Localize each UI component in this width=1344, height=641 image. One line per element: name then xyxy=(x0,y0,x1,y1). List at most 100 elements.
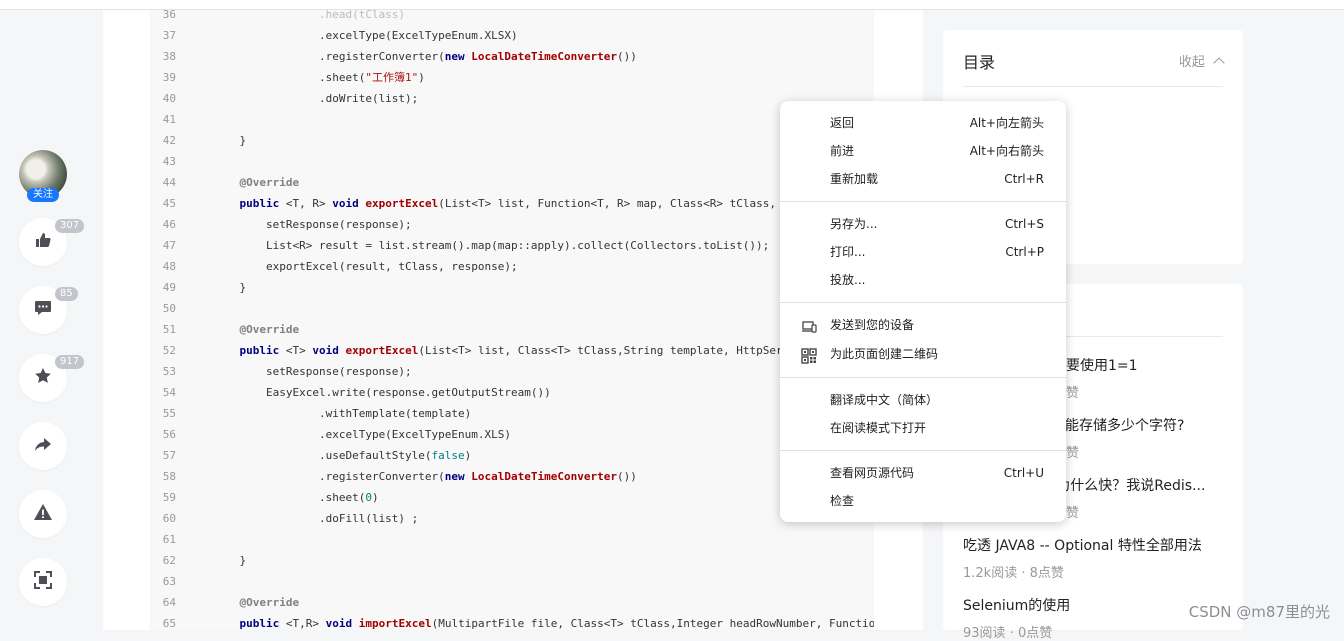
hot-article-title[interactable]: 要使用1=1 xyxy=(1066,355,1138,375)
menu-separator xyxy=(780,302,1066,303)
line-number: 42 xyxy=(162,134,176,147)
line-number: 37 xyxy=(162,29,176,42)
code-line: 52 public <T> void exportExcel(List<T> l… xyxy=(150,340,874,361)
line-number: 44 xyxy=(162,176,176,189)
line-number: 61 xyxy=(162,533,176,546)
qr-code-icon xyxy=(801,346,817,364)
menu-item-shortcut: Ctrl+P xyxy=(1005,245,1044,259)
menu-item-qr-code[interactable]: 为此页面创建二维码 xyxy=(780,340,1066,368)
device-send-icon xyxy=(801,317,817,333)
line-number: 55 xyxy=(162,407,176,420)
like-count-badge: 307 xyxy=(55,219,85,233)
line-number: 43 xyxy=(162,155,176,168)
code-line: 54 EasyExcel.write(response.getOutputStr… xyxy=(150,382,874,403)
menu-item-inspect[interactable]: 检查 xyxy=(780,487,1066,515)
menu-item-label: 为此页面创建二维码 xyxy=(830,347,939,361)
follow-button[interactable]: 关注 xyxy=(27,188,59,202)
line-number: 59 xyxy=(162,491,176,504)
code-line: 43 xyxy=(150,151,874,172)
menu-item-shortcut: Alt+向右箭头 xyxy=(969,144,1044,158)
line-number: 39 xyxy=(162,71,176,84)
code-line: 49 } xyxy=(150,277,874,298)
menu-item-cast[interactable]: 投放... xyxy=(780,266,1066,294)
line-number: 41 xyxy=(162,113,176,126)
menu-item-label: 前进 xyxy=(830,144,855,158)
menu-item-forward[interactable]: 前进 Alt+向右箭头 xyxy=(780,137,1066,165)
hot-article-title[interactable]: Selenium的使用 xyxy=(963,595,1070,615)
menu-item-label: 查看网页源代码 xyxy=(830,466,915,480)
collect-count-badge: 917 xyxy=(55,355,85,369)
code-line: 45 public <T, R> void exportExcel(List<T… xyxy=(150,193,874,214)
code-line: 39 .sheet("工作簿1") xyxy=(150,67,874,88)
menu-item-shortcut: Alt+向左箭头 xyxy=(969,116,1044,130)
code-line: 57 .useDefaultStyle(false) xyxy=(150,445,874,466)
code-block: 36 .head(tClass) 37 .excelType(ExcelTypeE… xyxy=(150,10,874,630)
watermark: CSDN @m87里的光 xyxy=(1188,603,1330,621)
line-number: 38 xyxy=(162,50,176,63)
code-line: 56 .excelType(ExcelTypeEnum.XLS) xyxy=(150,424,874,445)
code-line: 58 .registerConverter(new LocalDateTimeC… xyxy=(150,466,874,487)
menu-item-back[interactable]: 返回 Alt+向左箭头 xyxy=(780,109,1066,137)
code-line: 53 setResponse(response); xyxy=(150,361,874,382)
code-line: 50 xyxy=(150,298,874,319)
hot-article-meta: 赞 xyxy=(1066,506,1080,521)
menu-item-label: 返回 xyxy=(830,116,855,130)
menu-item-reader-mode[interactable]: 在阅读模式下打开 xyxy=(780,414,1066,442)
code-line: 40 .doWrite(list); xyxy=(150,88,874,109)
code-line: 55 .withTemplate(template) xyxy=(150,403,874,424)
code-line: 36 .head(tClass) xyxy=(150,10,874,25)
line-number: 53 xyxy=(162,365,176,378)
comment-icon xyxy=(33,298,53,322)
line-number: 52 xyxy=(162,344,176,357)
share-button[interactable] xyxy=(19,422,67,470)
line-number: 45 xyxy=(162,197,176,210)
menu-item-label: 发送到您的设备 xyxy=(830,318,915,332)
report-button[interactable] xyxy=(19,490,67,538)
line-number: 40 xyxy=(162,92,176,105)
menu-item-label: 在阅读模式下打开 xyxy=(830,421,927,435)
code-line: 65 public <T,R> void importExcel(Multipa… xyxy=(150,613,874,630)
menu-item-label: 投放... xyxy=(830,273,866,287)
fullscreen-button[interactable] xyxy=(19,558,67,606)
code-line: 37 .excelType(ExcelTypeEnum.XLSX) xyxy=(150,25,874,46)
line-number: 47 xyxy=(162,239,176,252)
code-line: 62 } xyxy=(150,550,874,571)
line-number: 36 xyxy=(162,10,176,21)
menu-item-translate[interactable]: 翻译成中文（简体） xyxy=(780,386,1066,414)
code-line: 46 setResponse(response); xyxy=(150,214,874,235)
line-number: 58 xyxy=(162,470,176,483)
code-line: 42 } xyxy=(150,130,874,151)
hot-article-title[interactable]: 吃透 JAVA8 -- Optional 特性全部用法 xyxy=(963,535,1202,555)
hot-article-meta: 1.2k阅读 · 8点赞 xyxy=(963,566,1064,581)
hot-article-title[interactable]: s为什么快？我说Redis... xyxy=(1049,475,1205,495)
hot-article-meta: 赞 xyxy=(1066,446,1080,461)
menu-item-shortcut: Ctrl+S xyxy=(1004,217,1044,231)
line-number: 50 xyxy=(162,302,176,315)
code-line: 41 xyxy=(150,109,874,130)
thumbs-up-icon xyxy=(33,230,53,254)
line-number: 63 xyxy=(162,575,176,588)
hot-article-title[interactable]: 够能存储多少个字符? xyxy=(1051,415,1184,435)
menu-item-reload[interactable]: 重新加载 Ctrl+R xyxy=(780,165,1066,193)
line-number: 48 xyxy=(162,260,176,273)
code-line: 63 xyxy=(150,571,874,592)
line-number: 65 xyxy=(162,617,176,630)
code-line: 61 xyxy=(150,529,874,550)
toc-collapse-label: 收起 xyxy=(1178,55,1205,70)
menu-item-shortcut: Ctrl+U xyxy=(1003,466,1044,480)
menu-item-save-as[interactable]: 另存为... Ctrl+S xyxy=(780,210,1066,238)
fullscreen-icon xyxy=(33,570,53,594)
line-number: 57 xyxy=(162,449,176,462)
menu-item-view-source[interactable]: 查看网页源代码 Ctrl+U xyxy=(780,459,1066,487)
hot-article-meta: 赞 xyxy=(1066,386,1080,401)
menu-item-print[interactable]: 打印... Ctrl+P xyxy=(780,238,1066,266)
line-number: 49 xyxy=(162,281,176,294)
menu-item-send-to-device[interactable]: 发送到您的设备 xyxy=(780,311,1066,339)
share-icon xyxy=(33,434,53,458)
comment-count-badge: 85 xyxy=(55,287,78,301)
menu-item-label: 打印... xyxy=(830,245,866,259)
toc-collapse-button[interactable]: 收起 xyxy=(1178,51,1225,70)
menu-separator xyxy=(780,201,1066,202)
context-menu: 返回 Alt+向左箭头 前进 Alt+向右箭头 重新加载 Ctrl+R 另存为.… xyxy=(780,101,1066,522)
code-line: 51 @Override xyxy=(150,319,874,340)
